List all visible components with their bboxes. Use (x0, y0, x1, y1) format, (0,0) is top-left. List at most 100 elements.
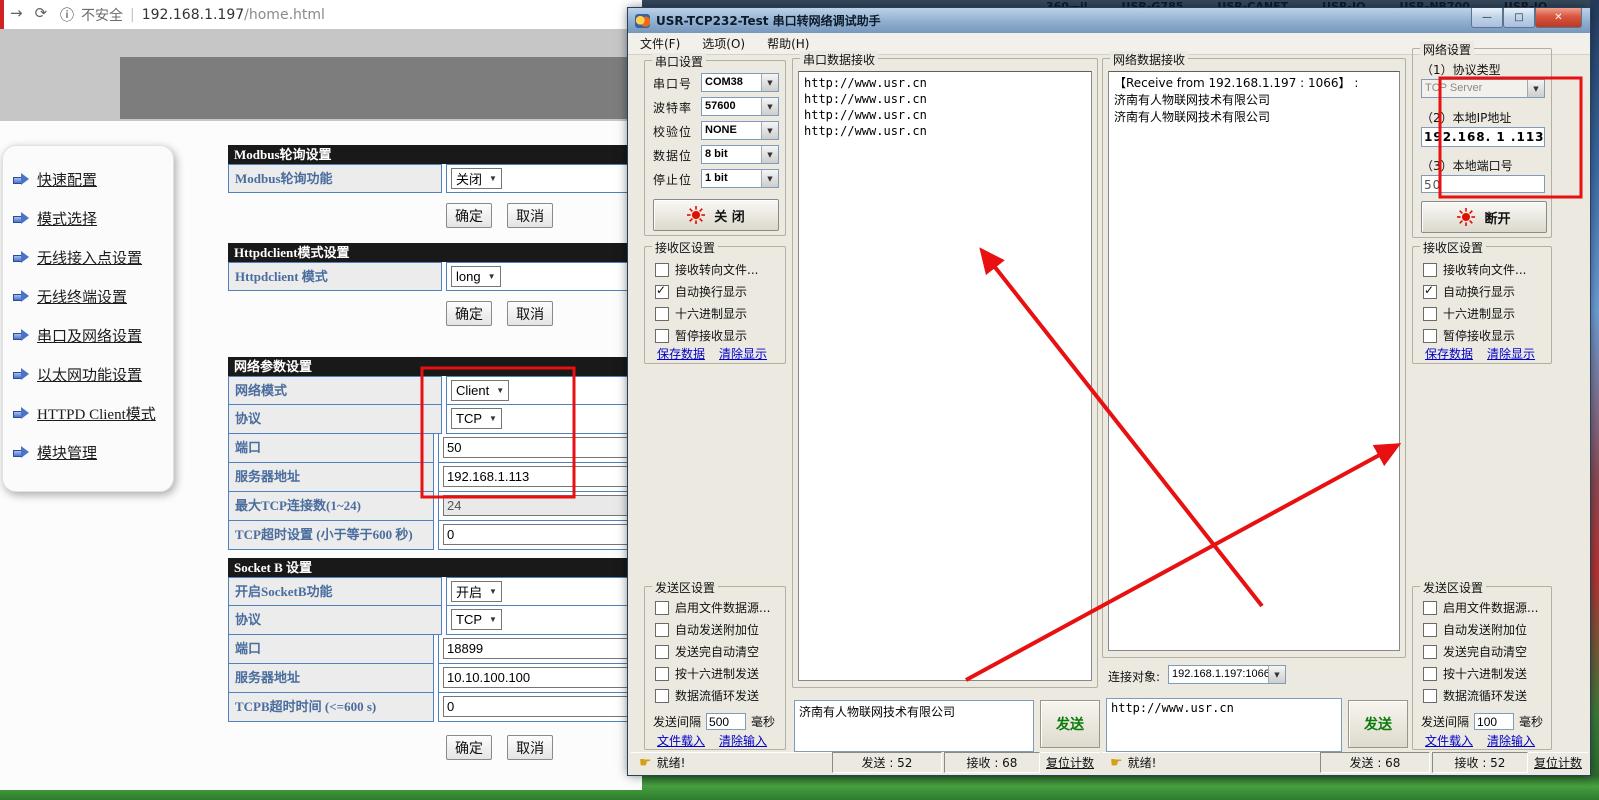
stop-bits-combo[interactable]: 1 bit▼ (701, 169, 779, 188)
checkbox-row[interactable]: 十六进制显示 (1423, 305, 1515, 322)
checkbox-row[interactable]: 暂停接收显示 (655, 327, 747, 344)
checkbox-row[interactable]: 启用文件数据源... (1423, 599, 1538, 616)
connect-target-combo[interactable]: 192.168.1.197:1066▼ (1168, 665, 1286, 684)
confirm-button[interactable]: 确定 (446, 735, 492, 760)
checkbox-row[interactable]: 自动发送附加位 (655, 621, 759, 638)
server-address-input[interactable] (443, 466, 631, 487)
menu-options[interactable]: 选项(O) (702, 35, 745, 52)
sidebar-item-wireless-ap[interactable]: 无线接入点设置 (3, 238, 173, 277)
clear-input-link[interactable]: 清除输入 (719, 732, 767, 749)
serial-send-button[interactable]: 发送 (1040, 700, 1100, 748)
confirm-button[interactable]: 确定 (446, 301, 492, 326)
address-bar[interactable]: ⓘ 不安全 | 192.168.1.197/home.html (60, 5, 325, 25)
checkbox-row[interactable]: 自动换行显示 (655, 283, 747, 300)
checkbox-row[interactable]: 按十六进制发送 (655, 665, 759, 682)
sidebar-item-quick-config[interactable]: 快速配置 (3, 160, 173, 199)
checkbox-row[interactable]: 接收转向文件... (655, 261, 758, 278)
url-path[interactable]: /home.html (244, 7, 325, 23)
checkbox[interactable] (1423, 645, 1437, 659)
sidebar-item-wireless-sta[interactable]: 无线终端设置 (3, 277, 173, 316)
serial-recv-textarea[interactable]: http://www.usr.cn http://www.usr.cn http… (798, 71, 1092, 681)
checkbox[interactable] (1423, 329, 1437, 343)
info-icon[interactable]: ⓘ (60, 5, 74, 25)
maximize-button[interactable]: □ (1503, 8, 1535, 28)
network-send-input[interactable]: http://www.usr.cn (1106, 698, 1342, 752)
checkbox[interactable] (655, 623, 669, 637)
checkbox[interactable] (1423, 667, 1437, 681)
reset-count-link[interactable]: 复位计数 (1534, 754, 1582, 771)
checkbox-row[interactable]: 数据流循环发送 (655, 687, 759, 704)
checkbox[interactable] (655, 689, 669, 703)
interval-input[interactable] (1474, 713, 1514, 730)
sidebar-item-serial-network[interactable]: 串口及网络设置 (3, 316, 173, 355)
checkbox[interactable] (655, 307, 669, 321)
save-data-link[interactable]: 保存数据 (657, 345, 705, 362)
checkbox-row[interactable]: 自动发送附加位 (1423, 621, 1527, 638)
checkbox[interactable] (655, 601, 669, 615)
httpdclient-mode-select[interactable]: long▼ (451, 266, 501, 287)
protocol-select[interactable]: TCP▼ (451, 408, 502, 429)
socketb-port-input[interactable] (443, 638, 631, 659)
save-data-link[interactable]: 保存数据 (1425, 345, 1473, 362)
local-port-field[interactable]: 50 (1421, 175, 1545, 193)
checkbox[interactable] (1423, 285, 1437, 299)
checkbox[interactable] (655, 645, 669, 659)
baud-rate-combo[interactable]: 57600▼ (701, 97, 779, 116)
sidebar-item-mode-select[interactable]: 模式选择 (3, 199, 173, 238)
checkbox-row[interactable]: 十六进制显示 (655, 305, 747, 322)
menu-help[interactable]: 帮助(H) (767, 35, 809, 52)
checkbox[interactable] (655, 285, 669, 299)
reset-count-link[interactable]: 复位计数 (1046, 754, 1094, 771)
checkbox[interactable] (1423, 601, 1437, 615)
local-ip-field[interactable]: 192.168. 1 .113 (1421, 127, 1545, 147)
checkbox[interactable] (655, 263, 669, 277)
network-disconnect-button[interactable]: 断开 (1421, 201, 1547, 233)
network-recv-textarea[interactable]: 【Receive from 192.168.1.197 : 1066】 : 济南… (1108, 71, 1400, 651)
sidebar-item-module-mgmt[interactable]: 模块管理 (3, 433, 173, 472)
tcpb-timeout-input[interactable] (443, 696, 631, 717)
interval-input[interactable] (706, 713, 746, 730)
checkbox[interactable] (655, 329, 669, 343)
checkbox-row[interactable]: 自动换行显示 (1423, 283, 1515, 300)
cancel-button[interactable]: 取消 (507, 203, 553, 228)
checkbox-row[interactable]: 发送完自动清空 (1423, 643, 1527, 660)
clear-display-link[interactable]: 清除显示 (1487, 345, 1535, 362)
close-button[interactable]: ✕ (1535, 8, 1582, 28)
minimize-button[interactable]: — (1471, 8, 1503, 28)
network-send-button[interactable]: 发送 (1348, 700, 1408, 748)
port-input[interactable] (443, 437, 631, 458)
com-port-combo[interactable]: COM38▼ (701, 73, 779, 92)
checkbox[interactable] (1423, 623, 1437, 637)
modbus-poll-select[interactable]: 关闭▼ (451, 168, 502, 189)
checkbox-row[interactable]: 发送完自动清空 (655, 643, 759, 660)
socketb-server-input[interactable] (443, 667, 631, 688)
network-mode-select[interactable]: Client▼ (451, 380, 509, 401)
sidebar-item-ethernet[interactable]: 以太网功能设置 (3, 355, 173, 394)
serial-close-button[interactable]: 关 闭 (653, 199, 779, 231)
checkbox-row[interactable]: 暂停接收显示 (1423, 327, 1515, 344)
cancel-button[interactable]: 取消 (507, 735, 553, 760)
reload-icon[interactable]: ⟳ (35, 4, 48, 22)
forward-icon[interactable]: → (10, 4, 23, 22)
checkbox[interactable] (1423, 263, 1437, 277)
clear-input-link[interactable]: 清除输入 (1487, 732, 1535, 749)
sidebar-item-httpd-client[interactable]: HTTPD Client模式 (3, 394, 173, 433)
url-host[interactable]: 192.168.1.197 (142, 7, 244, 23)
confirm-button[interactable]: 确定 (446, 203, 492, 228)
checkbox-row[interactable]: 接收转向文件... (1423, 261, 1526, 278)
serial-send-input[interactable]: 济南有人物联网技术有限公司 (794, 700, 1034, 752)
checkbox-row[interactable]: 启用文件数据源... (655, 599, 770, 616)
tcp-timeout-input[interactable] (443, 524, 631, 545)
menu-file[interactable]: 文件(F) (640, 35, 680, 52)
cancel-button[interactable]: 取消 (507, 301, 553, 326)
file-load-link[interactable]: 文件载入 (1425, 732, 1473, 749)
checkbox[interactable] (1423, 307, 1437, 321)
socketb-enable-select[interactable]: 开启▼ (451, 581, 502, 602)
file-load-link[interactable]: 文件载入 (657, 732, 705, 749)
checkbox[interactable] (1423, 689, 1437, 703)
data-bits-combo[interactable]: 8 bit▼ (701, 145, 779, 164)
checkbox-row[interactable]: 按十六进制发送 (1423, 665, 1527, 682)
checkbox[interactable] (655, 667, 669, 681)
socketb-protocol-select[interactable]: TCP▼ (451, 609, 502, 630)
titlebar[interactable]: USR-TCP232-Test 串口转网络调试助手 — □ ✕ (628, 8, 1590, 33)
